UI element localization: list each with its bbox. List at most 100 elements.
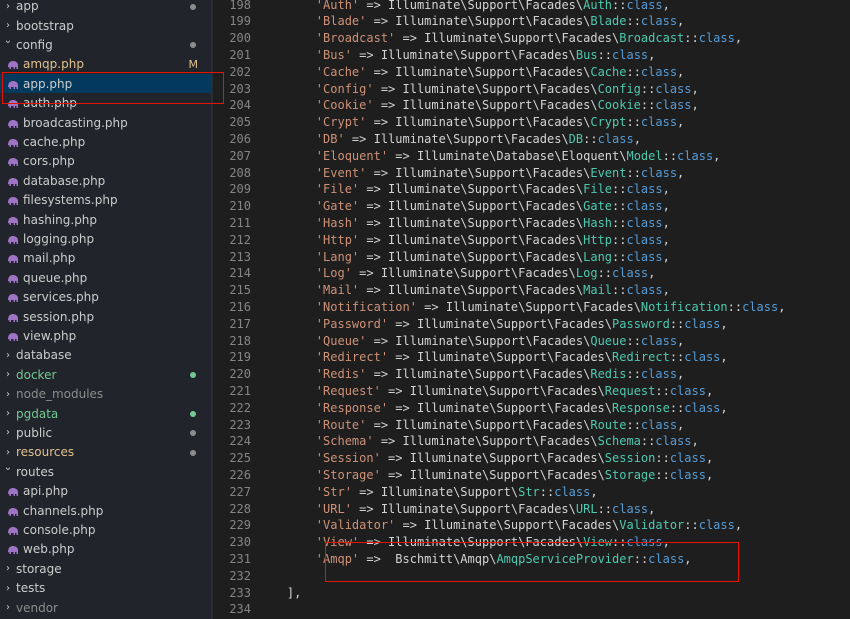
code-line[interactable]: 'Queue' => Illuminate\Support\Facades\Qu… [258, 333, 684, 350]
code-line[interactable]: 'Config' => Illuminate\Support\Facades\C… [258, 81, 699, 98]
code-line[interactable]: 'Lang' => Illuminate\Support\Facades\Lan… [258, 249, 670, 266]
code-token-plain: => Illuminate\Support\Facades\ [351, 47, 576, 62]
code-token-keyword: class [684, 316, 721, 331]
tree-file-broadcasting-php[interactable]: broadcasting.php [0, 113, 211, 132]
chevron-right-icon: › [6, 349, 10, 361]
code-line[interactable]: 'Redirect' => Illuminate\Support\Facades… [258, 349, 728, 366]
tree-item-label: amqp.php [23, 57, 84, 72]
tree-folder-routes[interactable]: ⌄ routes [0, 462, 211, 481]
tree-file-queue-php[interactable]: queue.php [0, 268, 211, 287]
tree-file-web-php[interactable]: web.php [0, 540, 211, 559]
tree-file-cors-php[interactable]: cors.php [0, 152, 211, 171]
tree-file-filesystems-php[interactable]: filesystems.php [0, 191, 211, 210]
code-line[interactable]: 'Http' => Illuminate\Support\Facades\Htt… [258, 232, 670, 249]
tree-folder-docker[interactable]: › docker [0, 365, 211, 384]
line-number: 223 [229, 417, 251, 432]
code-token-plain: :: [626, 165, 641, 180]
line-number: 212 [229, 232, 251, 247]
tree-item-label: cors.php [23, 154, 75, 169]
tree-folder-pgdata[interactable]: › pgdata [0, 404, 211, 423]
code-token-string: 'Config' [315, 81, 374, 96]
tree-item-label: public [16, 425, 53, 440]
tree-file-mail-php[interactable]: mail.php [0, 249, 211, 268]
code-token-string: 'Response' [315, 400, 389, 415]
code-line[interactable]: 'Auth' => Illuminate\Support\Facades\Aut… [258, 0, 670, 13]
code-line[interactable]: 'Blade' => Illuminate\Support\Facades\Bl… [258, 13, 684, 30]
tree-folder-resources[interactable]: › resources [0, 443, 211, 462]
tree-folder-node-modules[interactable]: › node_modules [0, 385, 211, 404]
code-line[interactable]: ], [258, 585, 301, 602]
tree-folder-storage[interactable]: › storage [0, 559, 211, 578]
code-line[interactable]: 'Event' => Illuminate\Support\Facades\Ev… [258, 165, 684, 182]
code-line[interactable]: 'Storage' => Illuminate\Support\Facades\… [258, 467, 713, 484]
amqp-line-highlight-box [325, 542, 739, 582]
code-line[interactable]: 'Redis' => Illuminate\Support\Facades\Re… [258, 366, 684, 383]
tree-folder-vendor[interactable]: › vendor [0, 598, 211, 617]
code-line[interactable]: 'Response' => Illuminate\Support\Facades… [258, 400, 728, 417]
code-line[interactable]: 'Bus' => Illuminate\Support\Facades\Bus:… [258, 47, 656, 64]
code-line[interactable]: 'Broadcast' => Illuminate\Support\Facade… [258, 30, 742, 47]
code-line[interactable]: 'DB' => Illuminate\Support\Facades\DB::c… [258, 131, 641, 148]
code-line[interactable]: 'Cookie' => Illuminate\Support\Facades\C… [258, 97, 699, 114]
tree-file-logging-php[interactable]: logging.php [0, 229, 211, 248]
code-line[interactable]: 'Str' => Illuminate\Support\Str::class, [258, 484, 598, 501]
code-token-keyword: class [698, 518, 735, 533]
line-number: 209 [229, 182, 251, 197]
php-file-icon [7, 506, 19, 516]
code-line[interactable]: 'Session' => Illuminate\Support\Facades\… [258, 450, 713, 467]
tree-folder-bootstrap[interactable]: › bootstrap [0, 16, 211, 35]
code-line[interactable]: 'Gate' => Illuminate\Support\Facades\Gat… [258, 198, 670, 215]
code-line[interactable]: 'Password' => Illuminate\Support\Facades… [258, 316, 728, 333]
code-line[interactable]: 'Eloquent' => Illuminate\Database\Eloque… [258, 148, 721, 165]
code-token-class: File [583, 182, 613, 197]
tree-folder-tests[interactable]: › tests [0, 579, 211, 598]
php-file-icon [7, 234, 19, 244]
chevron-right-icon: › [6, 446, 10, 458]
tree-file-view-php[interactable]: view.php [0, 326, 211, 345]
code-line[interactable]: 'Hash' => Illuminate\Support\Facades\Has… [258, 215, 670, 232]
code-token-plain: :: [626, 14, 641, 29]
code-line[interactable]: 'Schema' => Illuminate\Support\Facades\S… [258, 433, 699, 450]
code-line[interactable]: 'Mail' => Illuminate\Support\Facades\Mai… [258, 282, 670, 299]
tree-file-services-php[interactable]: services.php [0, 288, 211, 307]
code-line[interactable]: 'URL' => Illuminate\Support\Facades\URL:… [258, 501, 656, 518]
code-token-plain: :: [626, 417, 641, 432]
code-line[interactable]: 'File' => Illuminate\Support\Facades\Fil… [258, 181, 670, 198]
code-token-plain: , [691, 434, 699, 449]
code-line[interactable]: 'Request' => Illuminate\Support\Facades\… [258, 383, 713, 400]
tree-folder-config[interactable]: ⌄ config [0, 35, 211, 54]
tree-folder-public[interactable]: › public [0, 423, 211, 442]
code-token-plain: , [662, 215, 670, 230]
tree-file-api-php[interactable]: api.php [0, 482, 211, 501]
code-editor[interactable]: 'Auth' => Illuminate\Support\Facades\Aut… [258, 0, 850, 619]
code-line[interactable]: 'Route' => Illuminate\Support\Facades\Ro… [258, 417, 684, 434]
tree-file-database-php[interactable]: database.php [0, 171, 211, 190]
chevron-right-icon: › [6, 602, 10, 614]
code-token-plain: :: [727, 299, 743, 314]
code-line[interactable]: 'Log' => Illuminate\Support\Facades\Log:… [258, 265, 656, 282]
code-line[interactable]: 'Cache' => Illuminate\Support\Facades\Ca… [258, 64, 684, 81]
code-token-keyword: class [597, 131, 634, 146]
tree-item-label: config [16, 37, 53, 52]
tree-file-channels-php[interactable]: channels.php [0, 501, 211, 520]
tree-folder-database[interactable]: › database [0, 346, 211, 365]
code-line[interactable]: 'Notification' => Illuminate\Support\Fac… [258, 299, 786, 316]
code-line[interactable]: 'Validator' => Illuminate\Support\Facade… [258, 517, 742, 534]
tree-file-session-php[interactable]: session.php [0, 307, 211, 326]
tree-file-cache-php[interactable]: cache.php [0, 132, 211, 151]
tree-folder-app[interactable]: › app [0, 0, 211, 16]
tree-file-hashing-php[interactable]: hashing.php [0, 210, 211, 229]
code-token-plain: => Illuminate\Support\Facades\ [344, 131, 569, 146]
code-token-plain: :: [662, 148, 678, 163]
code-token-string: 'Gate' [315, 199, 360, 214]
tree-file-console-php[interactable]: console.php [0, 520, 211, 539]
line-number: 227 [229, 484, 251, 499]
code-line[interactable]: 'Crypt' => Illuminate\Support\Facades\Cr… [258, 114, 684, 131]
